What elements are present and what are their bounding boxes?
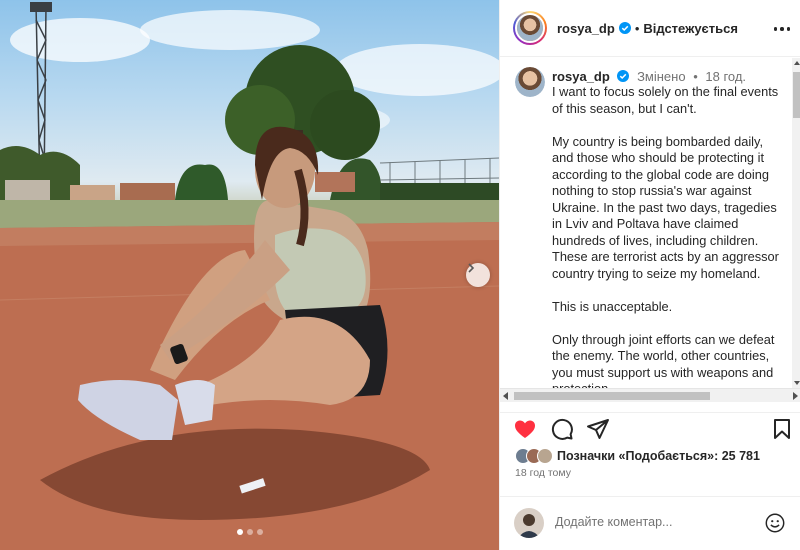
chevron-right-icon xyxy=(468,263,475,273)
more-options-icon[interactable] xyxy=(773,20,791,38)
comment-icon[interactable] xyxy=(550,417,574,441)
story-ring[interactable] xyxy=(513,11,547,45)
carousel-dot xyxy=(256,529,263,535)
caption-area: rosya_dp Змінено • 18 год. I want to foc… xyxy=(500,58,800,388)
heart-filled-icon[interactable] xyxy=(513,417,537,441)
following-button[interactable]: Відстежується xyxy=(643,21,738,36)
comment-input[interactable] xyxy=(555,515,755,529)
caption-horizontal-scrollbar[interactable] xyxy=(500,388,800,402)
separator-dot: • xyxy=(693,69,698,84)
likes-summary[interactable]: Позначки «Подобається»: 25 781 xyxy=(515,446,760,466)
liker-avatar xyxy=(537,448,553,464)
caption-text: I want to focus solely on the final even… xyxy=(552,84,779,388)
edited-label: Змінено xyxy=(637,69,686,84)
send-icon[interactable] xyxy=(586,417,610,441)
caption-vertical-scrollbar[interactable] xyxy=(792,58,800,388)
post-panel: rosya_dp • Відстежується rosya_dp Змінен… xyxy=(499,0,800,550)
likes-count[interactable]: Позначки «Подобається»: 25 781 xyxy=(557,449,760,463)
caption-avatar[interactable] xyxy=(515,67,545,97)
username-link[interactable]: rosya_dp xyxy=(557,21,615,36)
separator-dot: • xyxy=(634,20,640,36)
carousel-dot xyxy=(236,529,243,535)
carousel-indicator xyxy=(0,529,499,535)
caption-username[interactable]: rosya_dp xyxy=(552,69,610,84)
post-header: rosya_dp • Відстежується xyxy=(500,0,800,57)
current-user-avatar xyxy=(514,508,544,538)
post-photo[interactable] xyxy=(0,0,499,550)
caption-time[interactable]: 18 год. xyxy=(705,69,746,84)
avatar xyxy=(517,15,543,41)
emoji-icon[interactable] xyxy=(764,512,786,534)
carousel-next-button[interactable] xyxy=(466,263,490,287)
caption-header: rosya_dp Змінено • 18 год. xyxy=(552,69,746,84)
bookmark-icon[interactable] xyxy=(770,417,794,441)
action-bar xyxy=(500,412,800,444)
verified-badge-icon xyxy=(617,70,630,82)
photo-scene xyxy=(0,2,499,550)
post-timestamp[interactable]: 18 год тому xyxy=(515,467,571,479)
verified-badge-icon xyxy=(618,22,631,34)
carousel-dot xyxy=(246,529,253,535)
comment-box xyxy=(500,496,800,550)
